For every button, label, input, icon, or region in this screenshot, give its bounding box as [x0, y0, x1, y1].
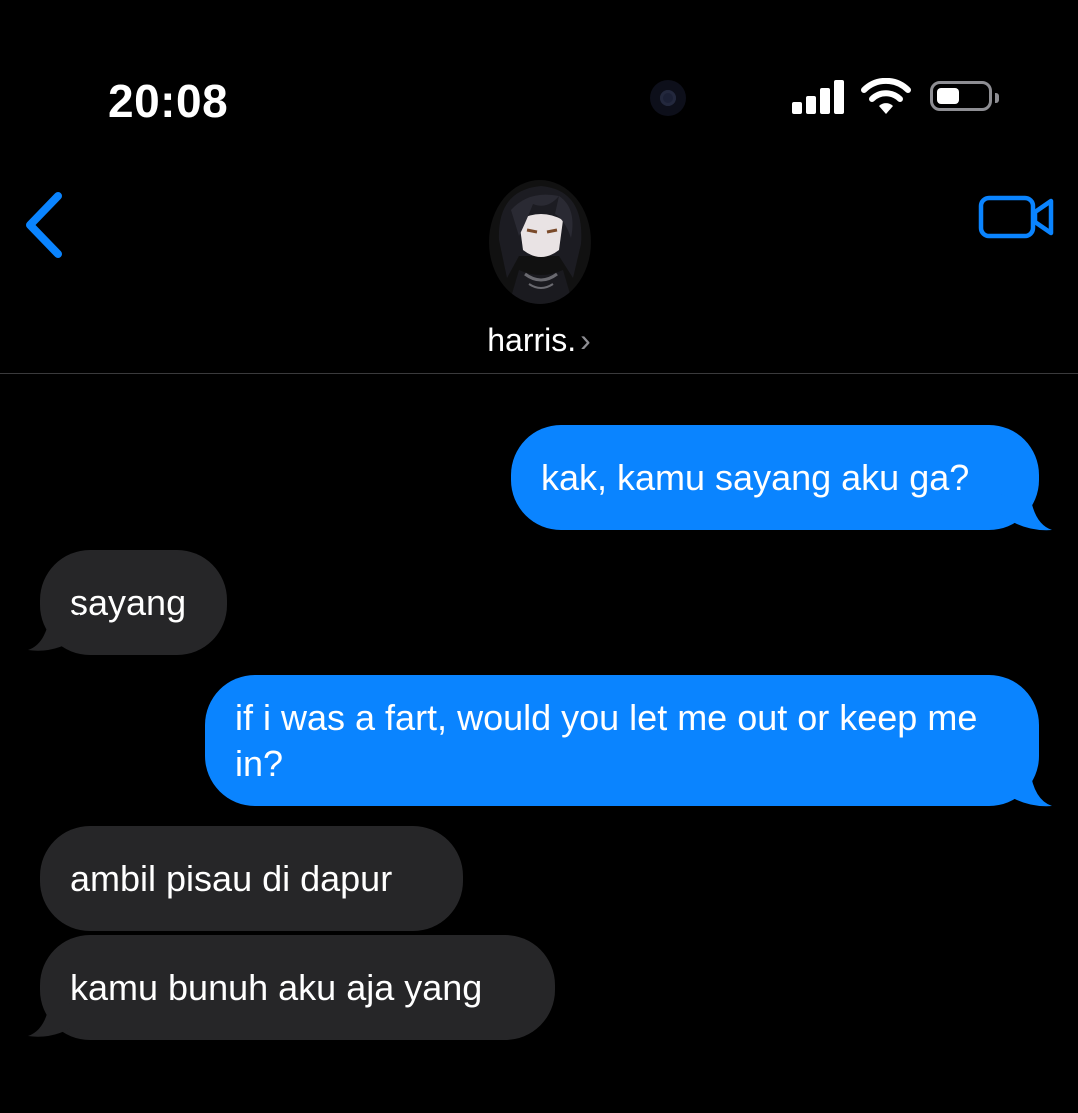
message-text: sayang: [70, 582, 187, 623]
contact-name-button[interactable]: harris. ›: [0, 322, 1078, 359]
message-text: kamu bunuh aku aja yang: [70, 967, 483, 1008]
bubble-tail: [28, 614, 80, 651]
video-call-icon[interactable]: [978, 192, 1056, 242]
signal-icon: [790, 78, 850, 118]
message-bubble-sent[interactable]: if i was a fart, would you let me out or…: [205, 675, 1039, 806]
camera-dot-icon: [650, 80, 686, 116]
bubble-tail: [28, 1000, 80, 1037]
message-bubble-received[interactable]: kamu bunuh aku aja yang: [40, 935, 555, 1040]
back-chevron-icon[interactable]: [20, 190, 70, 260]
contact-name: harris.: [487, 322, 577, 358]
battery-icon: [930, 81, 999, 111]
status-time: 20:08: [108, 75, 229, 127]
avatar-image: [489, 180, 591, 304]
message-text: if i was a fart, would you let me out or…: [235, 697, 978, 784]
wifi-icon: [861, 78, 911, 114]
message-text: kak, kamu sayang aku ga?: [541, 457, 970, 498]
bubble-tail: [1000, 770, 1052, 807]
bubble-tail: [1000, 494, 1052, 531]
contact-avatar[interactable]: [489, 180, 591, 304]
header-divider: [0, 373, 1078, 374]
chevron-right-icon: ›: [580, 322, 591, 358]
message-text: ambil pisau di dapur: [70, 858, 393, 899]
message-bubble-received[interactable]: ambil pisau di dapur: [40, 826, 463, 931]
message-bubble-sent[interactable]: kak, kamu sayang aku ga?: [511, 425, 1039, 530]
